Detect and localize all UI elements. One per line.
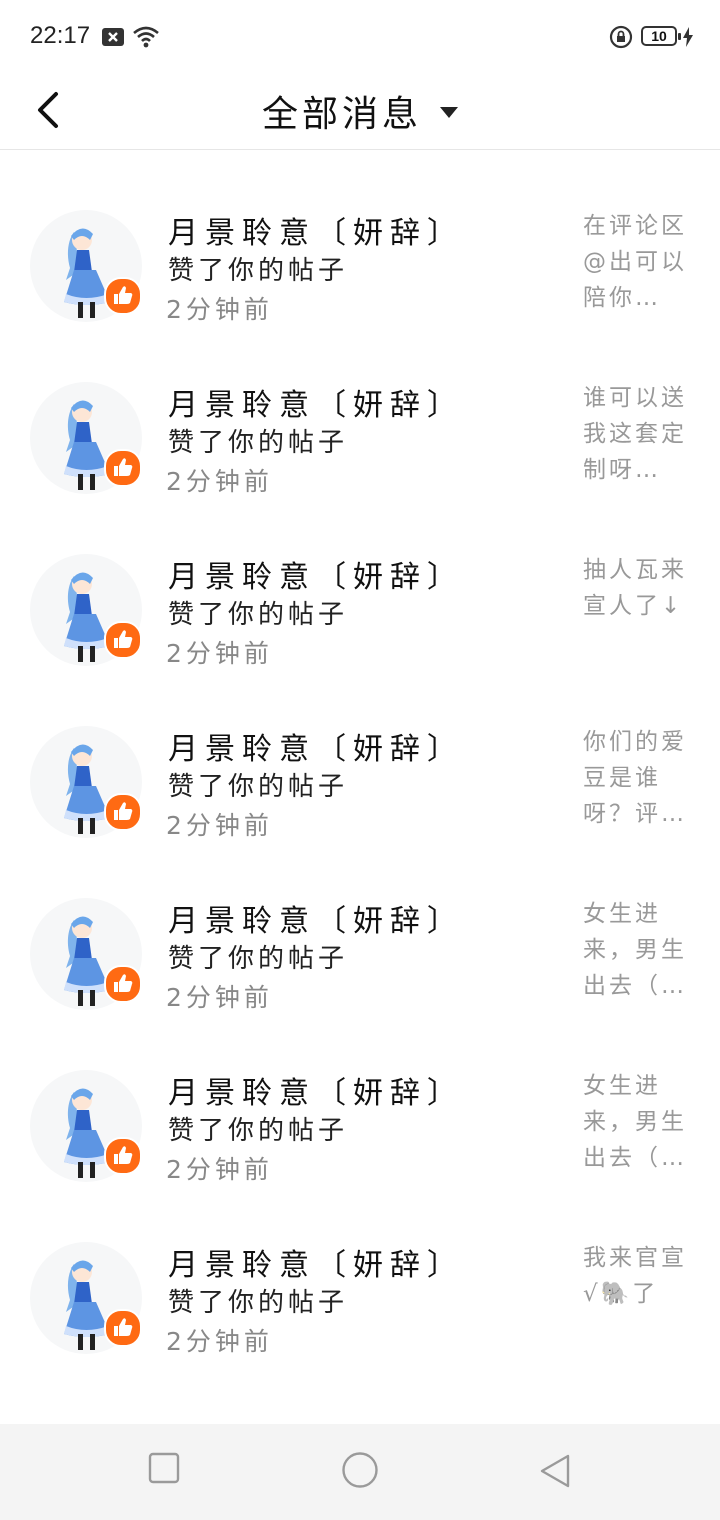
navigation-bar [0,1424,720,1520]
status-time: 22:17 [30,22,91,49]
page-title: 全部消息 [261,93,422,135]
thumbs-up-icon [114,802,133,820]
message-time: 2分钟前 [166,467,273,496]
message-item[interactable]: 月景聆意〔妍辞〕 赞了你的帖子 2分钟前 你们的爱豆是谁呀？评… [0,696,720,868]
message-time: 2分钟前 [166,295,273,324]
message-action: 赞了你的帖子 [168,1116,349,1146]
message-item[interactable]: 月景聆意〔妍辞〕 赞了你的帖子 2分钟前 我来官宣√🐘了 [0,1212,720,1384]
header: 全部消息 [0,72,720,150]
caret-down-icon [440,107,458,118]
home-button[interactable] [341,1451,379,1493]
message-time: 2分钟前 [166,811,273,840]
notification-close-icon [102,28,124,50]
rotation-lock-icon [609,25,633,53]
like-badge [104,449,142,487]
message-time: 2分钟前 [166,150,273,154]
sender-name[interactable]: 月景聆意〔妍辞〕 [168,380,464,424]
sender-name[interactable]: 月景聆意〔妍辞〕 [168,208,464,252]
message-item[interactable]: 月景聆意〔妍辞〕 赞了你的帖子 2分钟前 我来帮你们的头像打分… [0,150,720,180]
title-dropdown[interactable]: 全部消息 [0,72,720,149]
message-action: 赞了你的帖子 [168,944,349,974]
post-preview[interactable]: 抽人瓦来宣人了↓ [583,552,695,624]
system-back-button[interactable] [538,1453,572,1493]
back-button[interactable] [28,82,72,138]
message-item[interactable]: 月景聆意〔妍辞〕 赞了你的帖子 2分钟前 谁可以送我这套定制呀… [0,352,720,524]
message-item[interactable]: 月景聆意〔妍辞〕 赞了你的帖子 2分钟前 在评论区@出可以陪你… [0,180,720,352]
like-badge [104,277,142,315]
back-arrow-icon [38,92,58,128]
back-triangle-icon [540,1454,570,1488]
status-bar: 22:17 10 [0,0,720,72]
message-time: 2分钟前 [166,1155,273,1184]
message-action: 赞了你的帖子 [168,600,349,630]
wifi-icon [132,24,160,52]
like-badge [104,1137,142,1175]
like-badge [104,965,142,1003]
message-list[interactable]: 月景聆意〔妍辞〕 赞了你的帖子 2分钟前 我来帮你们的头像打分… 月景聆意〔妍辞… [0,150,720,1424]
thumbs-up-icon [114,1318,133,1336]
thumbs-up-icon [114,974,133,992]
post-preview[interactable]: 女生进来，男生出去（… [583,1068,695,1176]
recent-apps-button[interactable] [148,1452,180,1488]
sender-name[interactable]: 月景聆意〔妍辞〕 [168,1240,464,1284]
message-action: 赞了你的帖子 [168,256,349,286]
like-badge [104,1309,142,1347]
home-icon [342,1452,378,1488]
sender-name[interactable]: 月景聆意〔妍辞〕 [168,1068,464,1112]
post-preview[interactable]: 我来官宣√🐘了 [583,1240,695,1312]
post-preview[interactable]: 谁可以送我这套定制呀… [583,380,695,488]
like-badge [104,793,142,831]
thumbs-up-icon [114,630,133,648]
message-time: 2分钟前 [166,1327,273,1356]
message-item[interactable]: 月景聆意〔妍辞〕 赞了你的帖子 2分钟前 女生进来，男生出去（… [0,868,720,1040]
battery-level: 10 [641,26,681,46]
thumbs-up-icon [114,286,133,304]
sender-name[interactable]: 月景聆意〔妍辞〕 [168,552,464,596]
message-action: 赞了你的帖子 [168,772,349,802]
message-action: 赞了你的帖子 [168,1288,349,1318]
message-action: 赞了你的帖子 [168,428,349,458]
sender-name[interactable]: 月景聆意〔妍辞〕 [168,724,464,768]
like-badge [104,621,142,659]
sender-name[interactable]: 月景聆意〔妍辞〕 [168,896,464,940]
thumbs-up-icon [114,1146,133,1164]
thumbs-up-icon [114,458,133,476]
message-item[interactable]: 月景聆意〔妍辞〕 赞了你的帖子 2分钟前 女生进来，男生出去（… [0,1040,720,1212]
charging-icon [683,27,693,51]
message-time: 2分钟前 [166,639,273,668]
post-preview[interactable]: 女生进来，男生出去（… [583,896,695,1004]
recent-apps-icon [148,1452,180,1484]
message-time: 2分钟前 [166,983,273,1012]
post-preview[interactable]: 在评论区@出可以陪你… [583,208,695,316]
post-preview[interactable]: 你们的爱豆是谁呀？评… [583,724,695,832]
message-item[interactable]: 月景聆意〔妍辞〕 赞了你的帖子 2分钟前 抽人瓦来宣人了↓ [0,524,720,696]
